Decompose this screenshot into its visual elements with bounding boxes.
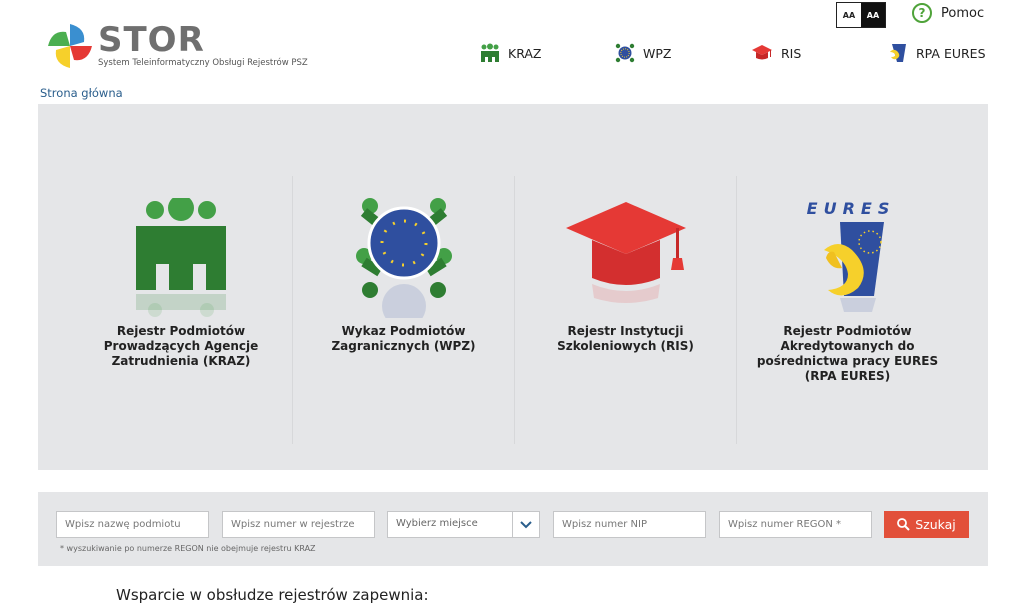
search-bar: Wybierz miejsce Szukaj * wyszukiwanie po… — [38, 492, 988, 566]
register-card-ris[interactable]: Rejestr Instytucji Szkoleniowych (RIS) — [514, 176, 736, 444]
chevron-down-icon[interactable] — [512, 512, 539, 537]
nav-wpz[interactable]: WPZ — [615, 42, 671, 64]
nav-ris-label: RIS — [781, 45, 802, 61]
nav-rpa-eures-label: RPA EURES — [916, 45, 986, 61]
register-name-ris: Rejestr Instytucji Szkoleniowych (RIS) — [557, 324, 694, 353]
people-icon — [101, 195, 261, 318]
svg-text:EURES: EURES — [806, 199, 895, 218]
eures-icon — [890, 44, 906, 62]
register-name-wpz: Wykaz Podmiotów Zagranicznych (WPZ) — [331, 324, 476, 353]
register-card-wpz[interactable]: Wykaz Podmiotów Zagranicznych (WPZ) — [292, 176, 514, 444]
breadcrumb-home[interactable]: Strona główna — [40, 86, 123, 100]
contrast-switch: AA AA — [836, 2, 886, 28]
graduation-cap-icon — [752, 45, 772, 60]
contrast-high-button[interactable]: AA — [861, 3, 885, 27]
contrast-normal-button[interactable]: AA — [837, 3, 861, 27]
eu-people-icon — [615, 43, 635, 63]
graduation-cap-icon — [546, 198, 706, 318]
nav-ris[interactable]: RIS — [751, 42, 801, 64]
nav-rpa-eures[interactable]: RPA EURES — [888, 42, 986, 64]
top-navigation: KRAZ WPZ RIS RPA EURES — [0, 42, 1024, 64]
eu-people-icon — [324, 198, 484, 328]
nip-input[interactable] — [553, 511, 706, 538]
support-heading: Wsparcie w obsłudze rejestrów zapewnia: — [116, 586, 429, 604]
register-number-input[interactable] — [222, 511, 375, 538]
help-label: Pomoc — [941, 5, 985, 21]
register-name-rpa-eures: Rejestr Podmiotów Akredytowanych do pośr… — [756, 324, 939, 383]
eures-icon: EURES — [768, 198, 928, 318]
search-button[interactable]: Szukaj — [884, 511, 969, 538]
nav-wpz-label: WPZ — [643, 45, 672, 61]
nav-kraz[interactable]: KRAZ — [480, 42, 542, 64]
help-link[interactable]: ? Pomoc — [912, 2, 984, 24]
nav-kraz-label: KRAZ — [508, 45, 542, 61]
question-icon: ? — [912, 3, 932, 23]
entity-name-input[interactable] — [56, 511, 209, 538]
register-card-kraz[interactable]: Rejestr Podmiotów Prowadzących Agencje Z… — [70, 176, 292, 444]
regon-search-note: * wyszukiwanie po numerze REGON nie obej… — [60, 544, 316, 553]
register-name-kraz: Rejestr Podmiotów Prowadzących Agencje Z… — [103, 324, 259, 368]
place-select[interactable]: Wybierz miejsce — [387, 511, 540, 538]
register-card-rpa-eures[interactable]: EURES Rejestr Podmiotów Akredytowanych d… — [736, 176, 958, 444]
registers-panel: Rejestr Podmiotów Prowadzących Agencje Z… — [38, 104, 988, 470]
search-icon — [897, 518, 910, 531]
people-icon — [481, 43, 499, 62]
place-select-value: Wybierz miejsce — [396, 518, 478, 529]
search-button-label: Szukaj — [915, 517, 956, 532]
regon-input[interactable] — [719, 511, 872, 538]
